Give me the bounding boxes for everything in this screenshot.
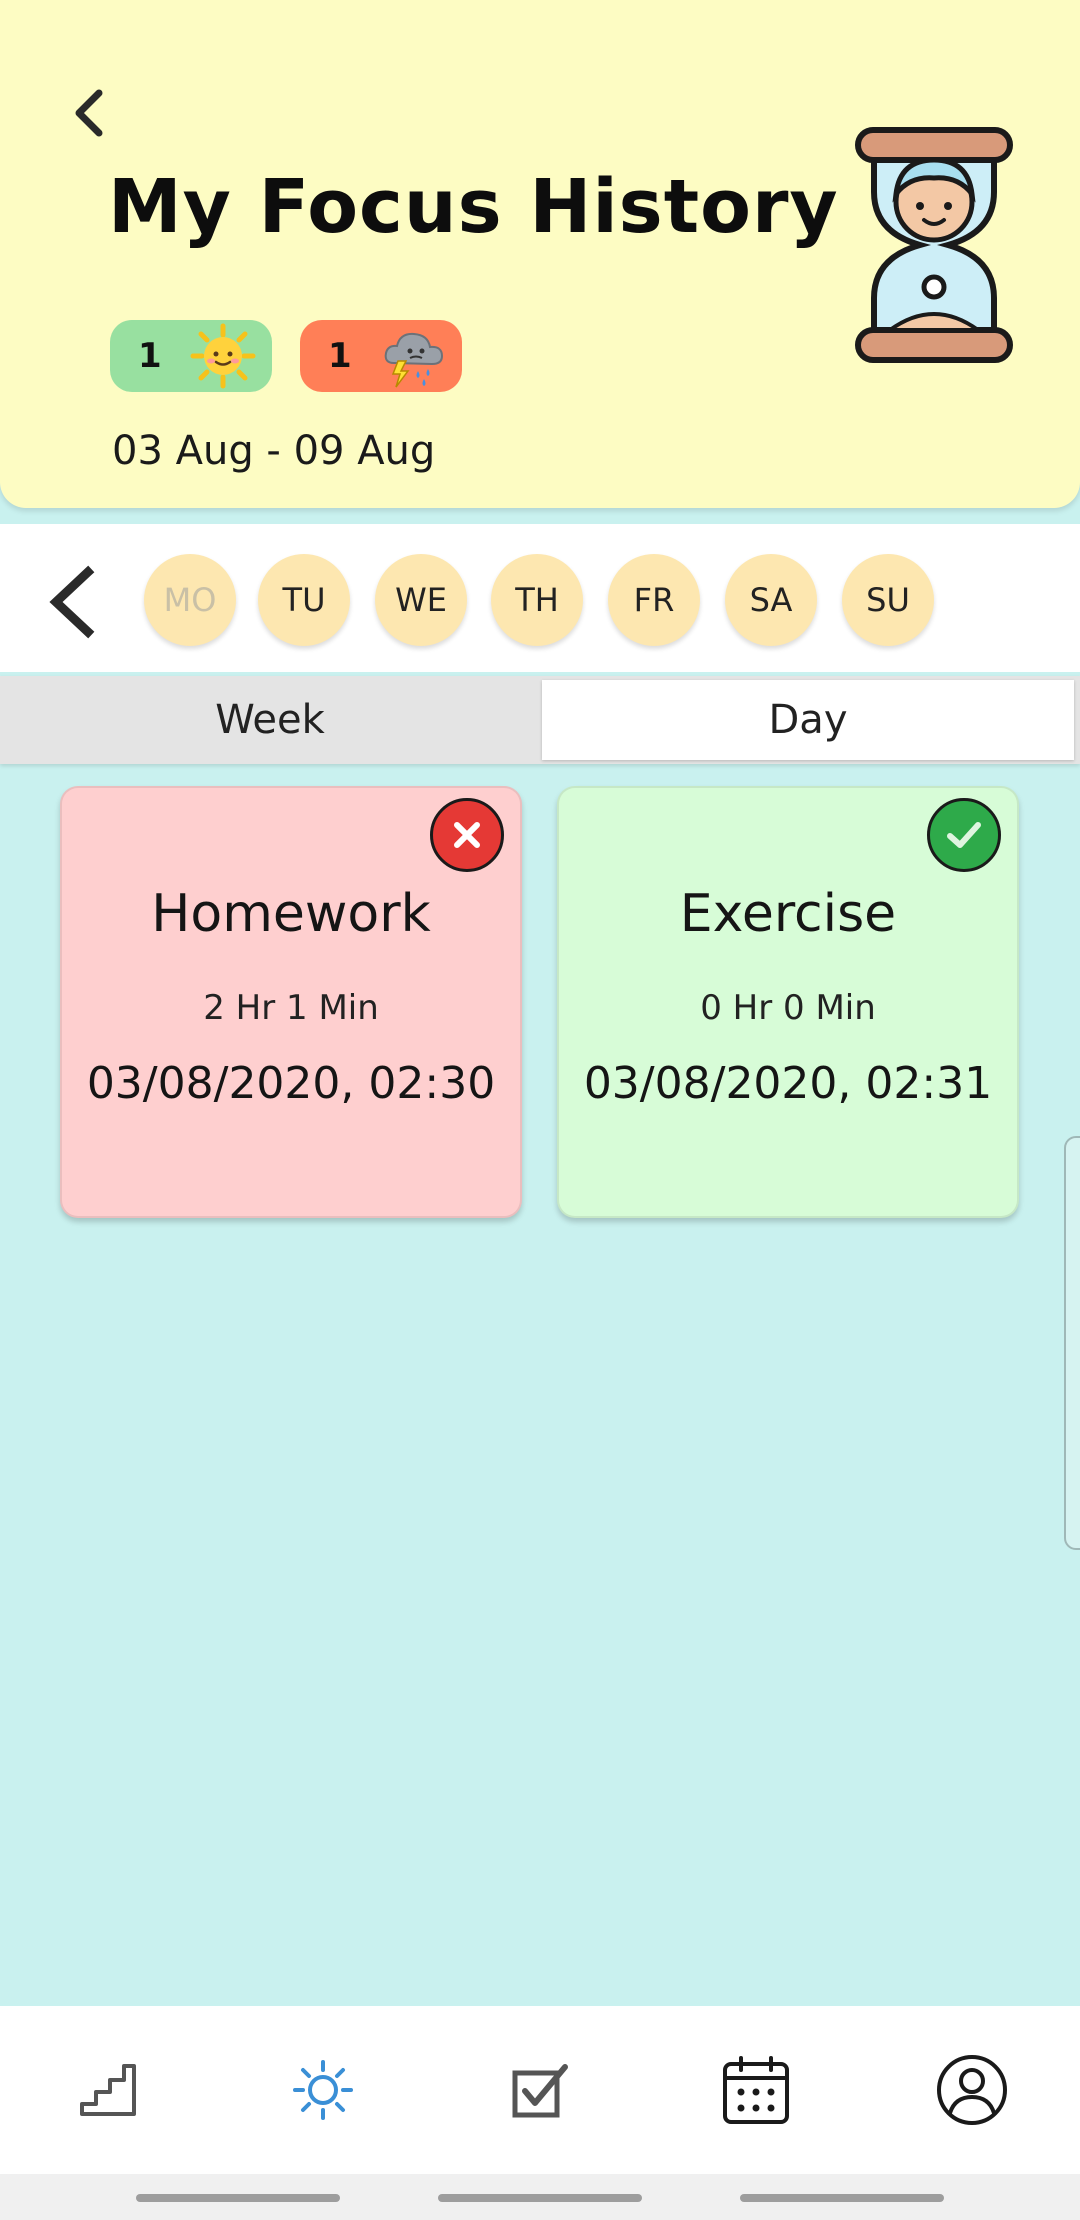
chevron-left-icon: [75, 89, 103, 137]
nav-focus[interactable]: [283, 2050, 363, 2130]
system-pill-left[interactable]: [136, 2194, 340, 2202]
session-card-homework[interactable]: Homework 2 Hr 1 Min 03/08/2020, 02:30: [60, 786, 522, 1218]
storm-cloud-icon: [384, 332, 444, 388]
tab-week[interactable]: Week: [0, 676, 540, 764]
checkmark-icon: [947, 822, 981, 848]
calendar-icon: [723, 2056, 789, 2124]
previous-week-icon[interactable]: [42, 564, 104, 640]
session-duration: 0 Hr 0 Min: [700, 988, 876, 1028]
session-card-exercise[interactable]: Exercise 0 Hr 0 Min 03/08/2020, 02:31: [557, 786, 1019, 1218]
day-sa[interactable]: SA: [725, 554, 817, 646]
page-title: My Focus History: [108, 164, 839, 250]
view-toggle: Week Day: [0, 676, 1080, 764]
nav-calendar[interactable]: [716, 2050, 796, 2130]
header-panel: My Focus History 1 1 03 Aug - 09 Aug: [0, 0, 1080, 508]
failed-status-icon: [430, 798, 504, 872]
session-datetime: 03/08/2020, 02:30: [86, 1058, 496, 1109]
day-su[interactable]: SU: [842, 554, 934, 646]
system-pill-center[interactable]: [438, 2194, 642, 2202]
session-duration: 2 Hr 1 Min: [203, 988, 379, 1028]
system-navigation-bar: [0, 2174, 1080, 2220]
profile-icon: [937, 2055, 1007, 2125]
tab-day[interactable]: Day: [542, 680, 1074, 760]
day-selector: MO TU WE TH FR SA SU: [0, 524, 1080, 672]
hourglass-character-icon: [855, 127, 1013, 363]
session-title: Homework: [151, 884, 431, 944]
day-th[interactable]: TH: [491, 554, 583, 646]
nav-profile[interactable]: [932, 2050, 1012, 2130]
day-tu[interactable]: TU: [258, 554, 350, 646]
completed-status-icon: [927, 798, 1001, 872]
close-icon: [454, 822, 480, 848]
sun-outline-icon: [293, 2060, 353, 2120]
stormy-count-badge: 1: [300, 320, 462, 392]
back-button[interactable]: [62, 86, 116, 140]
session-datetime: 03/08/2020, 02:31: [583, 1058, 993, 1109]
checkbox-icon: [512, 2064, 568, 2118]
session-title: Exercise: [679, 884, 897, 944]
sun-icon: [190, 323, 256, 389]
sunny-count-badge: 1: [110, 320, 272, 392]
bottom-navigation: [0, 2006, 1080, 2174]
day-we[interactable]: WE: [375, 554, 467, 646]
nav-progress[interactable]: [68, 2050, 148, 2130]
system-pill-right[interactable]: [740, 2194, 944, 2202]
sunny-count: 1: [138, 336, 162, 376]
day-fr[interactable]: FR: [608, 554, 700, 646]
date-range: 03 Aug - 09 Aug: [112, 428, 436, 474]
stairs-icon: [80, 2064, 136, 2116]
stormy-count: 1: [328, 336, 352, 376]
side-drawer-handle[interactable]: [1064, 1136, 1080, 1550]
nav-tasks[interactable]: [500, 2050, 580, 2130]
day-mo[interactable]: MO: [144, 554, 236, 646]
